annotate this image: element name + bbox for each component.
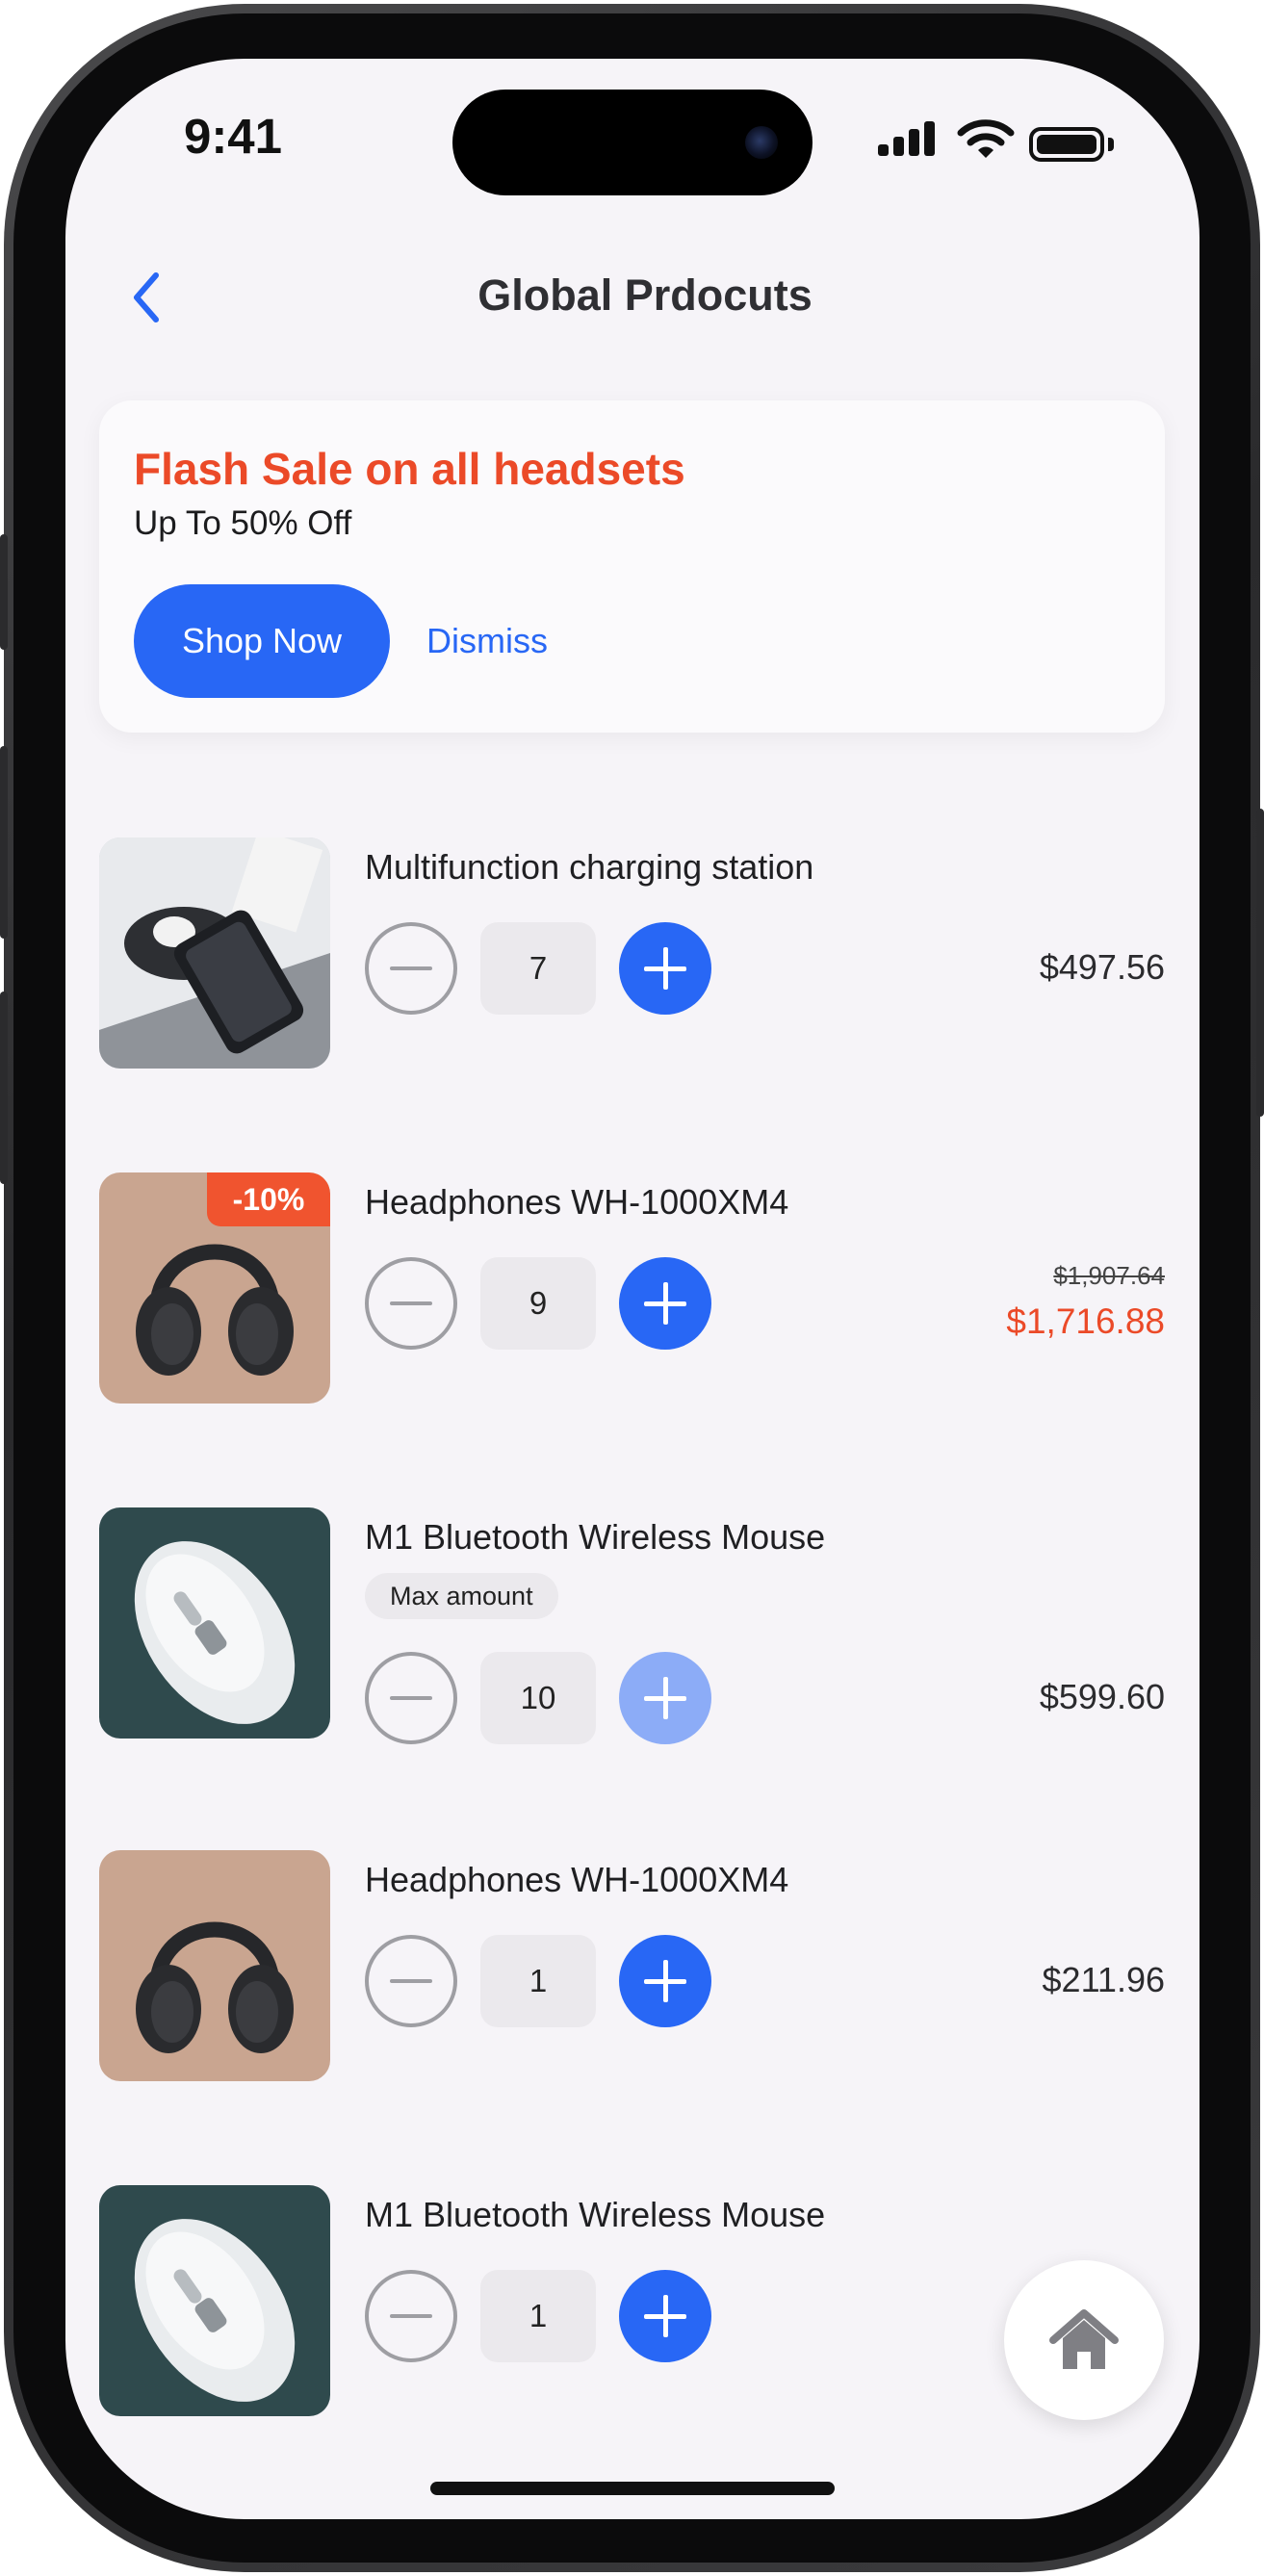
product-name: Headphones WH-1000XM4	[365, 1182, 789, 1222]
quantity-value: 10	[480, 1652, 596, 1744]
shop-now-button[interactable]: Shop Now	[134, 584, 390, 698]
increase-quantity-button[interactable]	[619, 1257, 711, 1350]
product-price: $211.96	[1042, 1960, 1165, 1999]
decrease-quantity-button[interactable]	[365, 2270, 457, 2362]
power-button	[1256, 809, 1264, 1117]
product-name: Headphones WH-1000XM4	[365, 1860, 789, 1899]
action-button	[0, 534, 8, 650]
increase-quantity-button[interactable]	[619, 2270, 711, 2362]
back-button[interactable]	[123, 266, 171, 329]
sale-price: $1,716.88	[1006, 1301, 1165, 1341]
volume-down-button	[0, 992, 8, 1184]
max-amount-badge: Max amount	[365, 1573, 558, 1619]
product-image-headphones	[99, 1850, 330, 2081]
volume-up-button	[0, 746, 8, 939]
decrease-quantity-button[interactable]	[365, 1935, 457, 2027]
product-row: M1 Bluetooth Wireless Mouse 1	[99, 2185, 1165, 2416]
product-price: $497.56	[1039, 947, 1165, 987]
product-image-charging-station	[99, 837, 330, 1069]
status-time: 9:41	[183, 109, 283, 164]
decrease-quantity-button[interactable]	[365, 1257, 457, 1350]
battery-icon	[1029, 127, 1104, 162]
page-title: Global Prdocuts	[477, 270, 813, 320]
increase-quantity-button-disabled[interactable]	[619, 1652, 711, 1744]
increase-quantity-button[interactable]	[619, 922, 711, 1015]
decrease-quantity-button[interactable]	[365, 922, 457, 1015]
promo-subtitle: Up To 50% Off	[134, 504, 352, 542]
chevron-left-icon	[134, 272, 159, 322]
promo-banner: Flash Sale on all headsets Up To 50% Off…	[99, 400, 1165, 733]
product-row: -10% Headphones WH-1000XM4 9 $1,907.64 $…	[99, 1172, 1165, 1404]
dismiss-button[interactable]: Dismiss	[426, 584, 619, 698]
quantity-value: 7	[480, 922, 596, 1015]
increase-quantity-button[interactable]	[619, 1935, 711, 2027]
product-price: $599.60	[1039, 1677, 1165, 1716]
product-image-mouse	[99, 1507, 330, 1739]
battery-tip	[1108, 138, 1114, 151]
signal-icon	[878, 119, 938, 162]
product-image-mouse	[99, 2185, 330, 2416]
camera-icon	[745, 126, 778, 159]
product-row: M1 Bluetooth Wireless Mouse Max amount 1…	[99, 1507, 1165, 1744]
discount-badge: -10%	[207, 1172, 330, 1226]
product-name: M1 Bluetooth Wireless Mouse	[365, 1517, 826, 1557]
product-name: M1 Bluetooth Wireless Mouse	[365, 2195, 826, 2234]
home-indicator	[430, 2482, 835, 2495]
home-icon	[1049, 2309, 1119, 2369]
product-row: Multifunction charging station 7 $497.56	[99, 837, 1165, 1069]
product-image-headphones: -10%	[99, 1172, 330, 1404]
promo-title: Flash Sale on all headsets	[134, 444, 685, 494]
quantity-value: 1	[480, 2270, 596, 2362]
home-button[interactable]	[1004, 2260, 1164, 2420]
quantity-value: 9	[480, 1257, 596, 1350]
quantity-value: 1	[480, 1935, 596, 2027]
product-name: Multifunction charging station	[365, 847, 814, 887]
dynamic-island	[452, 90, 813, 195]
wifi-icon	[957, 119, 1015, 158]
original-price: $1,907.64	[1053, 1261, 1165, 1290]
product-row: Headphones WH-1000XM4 1 $211.96	[99, 1850, 1165, 2081]
decrease-quantity-button[interactable]	[365, 1652, 457, 1744]
